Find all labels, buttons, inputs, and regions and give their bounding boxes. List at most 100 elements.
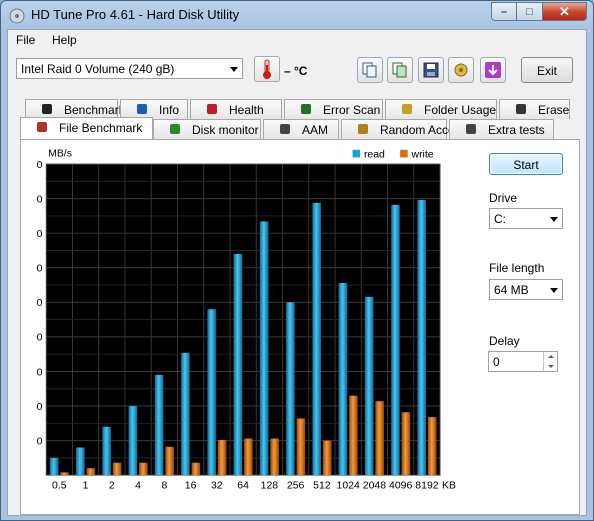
bar-read-256	[286, 302, 295, 476]
download-icon	[485, 62, 501, 78]
menu-file[interactable]: File	[16, 33, 35, 47]
tab-benchmark[interactable]: Benchmark	[25, 99, 125, 119]
tab-label: AAM	[302, 123, 329, 137]
tab-erase[interactable]: Erase	[499, 99, 570, 119]
options-icon	[454, 63, 468, 77]
bar-read-0.5	[49, 457, 59, 476]
bar-read-512	[312, 202, 321, 476]
tab-aam[interactable]: AAM	[263, 119, 339, 139]
bar-read-128	[259, 221, 269, 476]
app-window: HD Tune Pro 4.61 - Hard Disk Utility – □…	[0, 0, 594, 521]
close-button[interactable]: ✕	[543, 2, 587, 21]
disk-monitor-icon	[168, 122, 182, 136]
title-bar[interactable]: HD Tune Pro 4.61 - Hard Disk Utility – □…	[1, 1, 593, 29]
spin-down-button[interactable]	[543, 362, 557, 371]
y-tick-label: 450	[36, 160, 43, 171]
bar-read-32	[207, 309, 216, 476]
temperature-readout: – °C	[284, 64, 308, 78]
bar-read-2048	[364, 296, 374, 476]
save-button[interactable]	[418, 57, 444, 83]
bar-write-16	[191, 462, 201, 476]
bar-read-4096	[391, 204, 400, 476]
bar-write-32	[217, 439, 227, 476]
benchmark-icon	[40, 102, 54, 116]
file-length-label: File length	[489, 261, 545, 275]
bar-write-2	[112, 462, 122, 476]
bar-read-64	[233, 253, 243, 476]
bar-write-256	[296, 418, 306, 476]
drive-dropdown-value: C:	[494, 212, 506, 226]
bar-read-8	[154, 374, 164, 476]
x-tick-label: 256	[287, 480, 305, 491]
minimize-button[interactable]: –	[491, 2, 517, 21]
chevron-down-icon	[550, 288, 558, 293]
delay-spinner[interactable]: 0	[488, 351, 558, 372]
tab-label: Error Scan	[323, 103, 381, 117]
x-tick-label: 1024	[337, 480, 360, 491]
x-tick-label: 1	[83, 480, 89, 491]
extra-tests-icon	[464, 122, 478, 136]
chevron-down-icon	[550, 217, 558, 222]
menu-help[interactable]: Help	[52, 33, 77, 47]
x-tick-label: 512	[313, 480, 331, 491]
bar-write-128	[270, 438, 279, 476]
thermometer-icon	[263, 59, 271, 79]
exit-button[interactable]: Exit	[521, 57, 573, 83]
file-benchmark-icon	[35, 120, 49, 134]
x-tick-label: 16	[185, 480, 197, 491]
info-icon	[135, 102, 149, 116]
file-length-dropdown[interactable]: 64 MB	[489, 279, 563, 300]
x-tick-label: 8192	[415, 480, 438, 491]
tab-label: Health	[229, 103, 264, 117]
save-icon	[423, 62, 439, 78]
folder-icon	[400, 102, 414, 116]
arrow-up-icon	[547, 355, 554, 358]
drive-dropdown[interactable]: C:	[489, 208, 563, 229]
aam-icon	[278, 122, 292, 136]
maximize-button[interactable]: □	[517, 2, 543, 21]
y-tick-label: 300	[36, 264, 43, 275]
bar-write-2048	[375, 401, 384, 476]
y-tick-label: 200	[36, 333, 43, 344]
bar-write-1024	[349, 395, 358, 476]
tab-label: Extra tests	[488, 123, 545, 137]
tab-extra-tests[interactable]: Extra tests	[449, 119, 554, 139]
spin-up-button[interactable]	[543, 352, 557, 361]
bar-write-512	[322, 440, 332, 476]
bar-read-2	[102, 426, 111, 476]
bar-read-4	[128, 406, 138, 476]
bar-write-0.5	[60, 472, 69, 476]
x-tick-label: 4	[135, 480, 141, 491]
drive-selector[interactable]: Intel Raid 0 Volume (240 gB)	[16, 58, 243, 79]
x-tick-label: 2048	[363, 480, 386, 491]
legend-label-write: write	[411, 149, 434, 160]
y-tick-label: 150	[36, 367, 43, 378]
error-scan-icon	[299, 102, 313, 116]
x-tick-label: 32	[211, 480, 223, 491]
copy-info-button[interactable]	[357, 57, 383, 83]
tab-file-benchmark[interactable]: File Benchmark	[20, 117, 153, 139]
download-button[interactable]	[480, 57, 506, 83]
tab-health[interactable]: Health	[190, 99, 282, 119]
copy-screen-button[interactable]	[387, 57, 413, 83]
x-tick-label: 2	[109, 480, 115, 491]
bar-write-4	[139, 462, 148, 476]
legend-swatch-write	[400, 149, 408, 158]
tab-label: Info	[159, 103, 180, 117]
options-button[interactable]	[448, 57, 474, 83]
window-title: HD Tune Pro 4.61 - Hard Disk Utility	[31, 7, 240, 22]
y-tick-label: 350	[36, 229, 43, 240]
bar-write-1	[86, 468, 96, 476]
drive-selector-value: Intel Raid 0 Volume (240 gB)	[21, 62, 175, 76]
temperature-button[interactable]	[254, 56, 280, 82]
y-tick-label: 400	[36, 194, 43, 205]
bar-read-16	[181, 352, 190, 476]
tab-folder-usage[interactable]: Folder Usage	[385, 99, 497, 119]
start-button[interactable]: Start	[489, 153, 563, 175]
tab-info[interactable]: Info	[120, 99, 188, 119]
tab-disk-monitor[interactable]: Disk monitor	[153, 119, 261, 139]
tab-random-access[interactable]: Random Access	[341, 119, 467, 139]
drive-label: Drive	[489, 191, 518, 205]
tab-label: Benchmark	[64, 103, 125, 117]
tab-error-scan[interactable]: Error Scan	[284, 99, 383, 119]
